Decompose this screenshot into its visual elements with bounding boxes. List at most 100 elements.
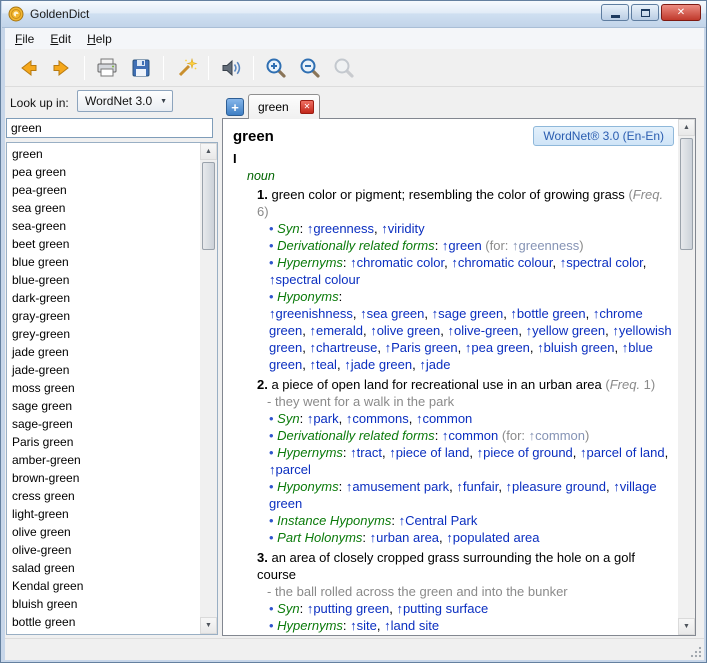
article-link[interactable]: ↑urban area xyxy=(370,530,439,545)
article-link[interactable]: ↑populated area xyxy=(446,530,539,545)
article-link[interactable]: ↑jade green xyxy=(344,357,412,372)
scrollbar-thumb[interactable] xyxy=(202,162,215,250)
article-link[interactable]: ↑yellow green xyxy=(526,323,606,338)
article-link[interactable]: ↑pea green xyxy=(465,340,530,355)
article-link[interactable]: ↑putting surface xyxy=(396,601,488,616)
article-link[interactable]: ↑olive-green xyxy=(448,323,519,338)
article-link[interactable]: ↑chromatic color xyxy=(350,255,444,270)
list-item[interactable]: beet green xyxy=(7,235,200,253)
list-item[interactable]: brown-green xyxy=(7,469,200,487)
list-item[interactable]: bluish green xyxy=(7,595,200,613)
article-link[interactable]: ↑amusement park xyxy=(346,479,449,494)
article-link[interactable]: ↑sea green xyxy=(360,306,424,321)
sound-button[interactable] xyxy=(216,53,246,83)
close-button[interactable]: ✕ xyxy=(661,4,701,21)
dictionary-badge[interactable]: WordNet® 3.0 (En-En) xyxy=(533,126,674,146)
article-link[interactable]: ↑site xyxy=(350,618,377,633)
article-link[interactable]: ↑bluish green xyxy=(537,340,614,355)
app-icon[interactable] xyxy=(8,6,24,22)
article-link[interactable]: ↑chromatic colour xyxy=(451,255,552,270)
list-item[interactable]: Kendal green xyxy=(7,577,200,595)
article-link[interactable]: ↑piece of ground xyxy=(477,445,573,460)
list-item[interactable]: dark-green xyxy=(7,289,200,307)
wand-button[interactable] xyxy=(171,53,201,83)
article-link[interactable]: ↑emerald xyxy=(309,323,362,338)
back-button[interactable] xyxy=(13,53,43,83)
article-link[interactable]: ↑common xyxy=(416,411,472,426)
scroll-down-arrow[interactable]: ▼ xyxy=(678,618,695,635)
article-link[interactable]: ↑olive green xyxy=(370,323,440,338)
search-input[interactable] xyxy=(6,118,213,138)
scrollbar-thumb[interactable] xyxy=(680,138,693,250)
article-link[interactable]: ↑funfair xyxy=(456,479,498,494)
list-item[interactable]: pea-green xyxy=(7,181,200,199)
scroll-down-arrow[interactable]: ▼ xyxy=(200,617,217,634)
list-item[interactable]: cress green xyxy=(7,487,200,505)
article-link[interactable]: ↑parcel of land xyxy=(580,445,665,460)
zoom-in-button[interactable] xyxy=(261,53,291,83)
article-link[interactable]: ↑Central Park xyxy=(399,513,478,528)
menu-item-help[interactable]: Help xyxy=(79,30,120,48)
list-item[interactable]: gray-green xyxy=(7,307,200,325)
list-item[interactable]: sea-green xyxy=(7,217,200,235)
list-item[interactable]: sage green xyxy=(7,397,200,415)
list-item[interactable]: jade green xyxy=(7,343,200,361)
article-link[interactable]: ↑pleasure ground xyxy=(506,479,606,494)
list-item[interactable]: green xyxy=(7,145,200,163)
article-link[interactable]: ↑park xyxy=(307,411,339,426)
article-scrollbar[interactable]: ▲ ▼ xyxy=(678,119,695,635)
article-link[interactable]: ↑sage green xyxy=(432,306,504,321)
list-item[interactable]: blue-green xyxy=(7,271,200,289)
article-link[interactable]: ↑Paris green xyxy=(385,340,458,355)
tab-green[interactable]: green ✕ xyxy=(248,94,320,119)
article-link[interactable]: ↑land site xyxy=(384,618,439,633)
article-link[interactable]: ↑putting green xyxy=(307,601,389,616)
list-item[interactable]: olive-green xyxy=(7,541,200,559)
dictionary-group-select[interactable]: WordNet 3.0 ▼ xyxy=(77,90,173,112)
list-item[interactable]: pea green xyxy=(7,163,200,181)
article-link[interactable]: ↑chartreuse xyxy=(309,340,377,355)
article-link[interactable]: ↑commons xyxy=(346,411,409,426)
article-link[interactable]: ↑common xyxy=(442,428,498,443)
list-item[interactable]: Paris green xyxy=(7,433,200,451)
list-item[interactable]: bottle green xyxy=(7,613,200,631)
article-link[interactable]: ↑spectral color xyxy=(560,255,643,270)
scroll-up-arrow[interactable]: ▲ xyxy=(200,143,217,160)
list-item[interactable]: blue green xyxy=(7,253,200,271)
list-item[interactable]: jade-green xyxy=(7,361,200,379)
tab-close-button[interactable]: ✕ xyxy=(300,100,314,114)
scroll-up-arrow[interactable]: ▲ xyxy=(678,119,695,136)
zoom-reset-button[interactable] xyxy=(329,53,359,83)
article-link[interactable]: ↑piece of land xyxy=(389,445,469,460)
article-link[interactable]: ↑bottle green xyxy=(510,306,585,321)
minimize-button[interactable] xyxy=(601,4,629,21)
article-link[interactable]: ↑viridity xyxy=(381,221,424,236)
list-item[interactable]: olive green xyxy=(7,523,200,541)
list-item[interactable]: light-green xyxy=(7,505,200,523)
save-article-button[interactable] xyxy=(126,53,156,83)
article-link[interactable]: ↑greenishness xyxy=(269,306,353,321)
wordlist-scrollbar[interactable]: ▲ ▼ xyxy=(200,143,217,634)
list-item[interactable]: moss green xyxy=(7,379,200,397)
print-button[interactable] xyxy=(92,53,122,83)
list-item[interactable]: amber-green xyxy=(7,451,200,469)
article-link[interactable]: ↑teal xyxy=(309,357,336,372)
list-item[interactable]: sea green xyxy=(7,199,200,217)
article-link[interactable]: ↑spectral colour xyxy=(269,272,360,287)
article-link[interactable]: ↑parcel xyxy=(269,462,311,477)
article-link[interactable]: ↑green xyxy=(442,238,482,253)
list-item[interactable]: salad green xyxy=(7,559,200,577)
resize-grip[interactable] xyxy=(689,645,703,659)
article-link[interactable]: ↑jade xyxy=(419,357,450,372)
article-link[interactable]: ↑tract xyxy=(350,445,382,460)
menu-item-edit[interactable]: Edit xyxy=(42,30,79,48)
title-bar[interactable]: GoldenDict ✕ xyxy=(2,1,707,28)
zoom-out-button[interactable] xyxy=(295,53,325,83)
forward-button[interactable] xyxy=(47,53,77,83)
list-item[interactable]: sage-green xyxy=(7,415,200,433)
menu-item-file[interactable]: File xyxy=(7,30,42,48)
article-link[interactable]: ↑greenness xyxy=(307,221,374,236)
maximize-button[interactable] xyxy=(631,4,659,21)
add-tab-button[interactable]: + xyxy=(226,98,244,116)
list-item[interactable]: grey-green xyxy=(7,325,200,343)
